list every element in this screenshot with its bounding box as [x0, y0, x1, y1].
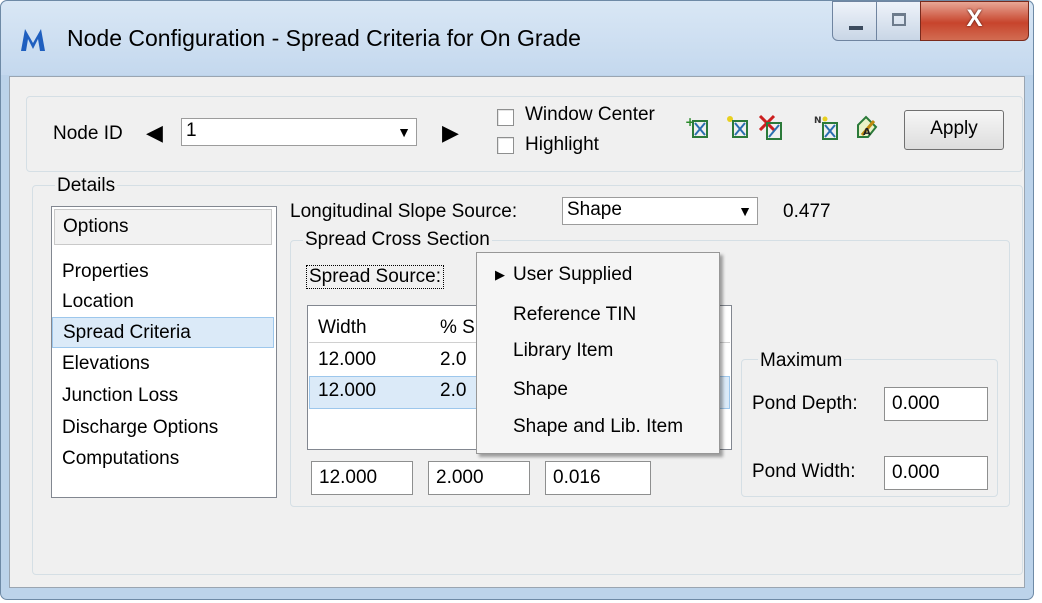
spread-source-menu: ▶ User Supplied Reference TIN Library It…: [476, 252, 720, 454]
pond-width-label: Pond Width:: [752, 461, 856, 482]
details-legend: Details: [55, 175, 118, 197]
app-logo-icon: [16, 23, 50, 57]
window-title: Node Configuration - Spread Criteria for…: [67, 25, 581, 51]
table-header-slope: % S: [440, 317, 475, 338]
menu-item-reference-tin[interactable]: Reference TIN: [477, 297, 719, 333]
list-item[interactable]: Location: [52, 287, 274, 318]
options-header: Options: [54, 209, 272, 245]
list-item[interactable]: Computations: [52, 444, 274, 475]
apply-button[interactable]: Apply: [904, 110, 1004, 150]
list-item[interactable]: Elevations: [52, 349, 274, 380]
width-input[interactable]: 12.000: [311, 461, 413, 495]
node-id-value: 1: [186, 120, 197, 141]
menu-item-shape-and-lib-item[interactable]: Shape and Lib. Item: [477, 409, 719, 445]
slope-source-label: Longitudinal Slope Source:: [290, 201, 518, 222]
slope-source-dropdown[interactable]: Shape ▼: [562, 197, 758, 225]
svg-text:A: A: [863, 127, 871, 138]
node-id-label: Node ID: [53, 123, 123, 144]
checked-arrow-icon: ▶: [495, 267, 505, 282]
list-item[interactable]: Discharge Options: [52, 413, 274, 444]
previous-node-arrow-icon[interactable]: ◀: [146, 122, 163, 144]
options-list[interactable]: Options Properties Location Spread Crite…: [51, 206, 277, 498]
edit-node-icon[interactable]: A: [852, 113, 882, 143]
minimize-button[interactable]: [832, 1, 877, 41]
list-item[interactable]: Junction Loss: [52, 381, 274, 412]
window-center-label: Window Center: [525, 104, 655, 125]
spread-source-label: Spread Source:: [306, 265, 445, 289]
pond-depth-label: Pond Depth:: [752, 393, 858, 414]
slope-readout: 0.477: [783, 201, 831, 222]
table-row-2-width: 12.000: [318, 380, 377, 401]
menu-item-user-supplied[interactable]: ▶ User Supplied: [477, 257, 719, 293]
pond-depth-input[interactable]: 0.000: [884, 387, 988, 421]
table-row-1-slope: 2.0: [440, 349, 467, 370]
node-id-dropdown[interactable]: 1 ▼: [181, 118, 417, 146]
new-node-icon[interactable]: [723, 113, 753, 143]
chevron-down-icon: ▼: [738, 203, 752, 219]
table-row-2-slope: 2.0: [440, 380, 467, 401]
list-item-selected[interactable]: Spread Criteria: [52, 317, 274, 348]
menu-item-label: Library Item: [513, 340, 614, 361]
menu-item-shape[interactable]: Shape: [477, 372, 719, 408]
menu-item-label: Reference TIN: [513, 304, 637, 325]
slope-input[interactable]: 2.000: [428, 461, 530, 495]
delete-node-icon[interactable]: [757, 113, 787, 143]
highlight-checkbox[interactable]: [497, 137, 514, 154]
close-icon: X: [966, 5, 983, 32]
menu-item-label: Shape and Lib. Item: [513, 416, 684, 437]
chevron-down-icon: ▼: [397, 124, 411, 140]
pond-width-input[interactable]: 0.000: [884, 456, 988, 490]
table-header-width: Width: [318, 317, 367, 338]
manning-input[interactable]: 0.016: [545, 461, 651, 495]
list-item[interactable]: Properties: [52, 257, 274, 288]
svg-text:N: N: [814, 116, 822, 126]
add-node-icon[interactable]: +: [683, 113, 713, 143]
close-button[interactable]: X: [920, 1, 1029, 41]
highlight-label: Highlight: [525, 134, 599, 155]
next-node-arrow-icon[interactable]: ▶: [442, 122, 459, 144]
numbered-node-icon[interactable]: N: [813, 113, 843, 143]
maximum-legend: Maximum: [758, 350, 845, 372]
menu-item-library-item[interactable]: Library Item: [477, 333, 719, 369]
menu-item-label: Shape: [513, 379, 568, 400]
maximize-icon: [892, 13, 906, 26]
table-row-1-width: 12.000: [318, 349, 377, 370]
minimize-icon: [849, 26, 863, 30]
window-center-checkbox[interactable]: [497, 109, 514, 126]
menu-item-label: User Supplied: [513, 264, 633, 285]
cross-section-legend: Spread Cross Section: [303, 229, 492, 251]
maximize-button[interactable]: [876, 1, 921, 41]
slope-source-value: Shape: [567, 199, 622, 220]
